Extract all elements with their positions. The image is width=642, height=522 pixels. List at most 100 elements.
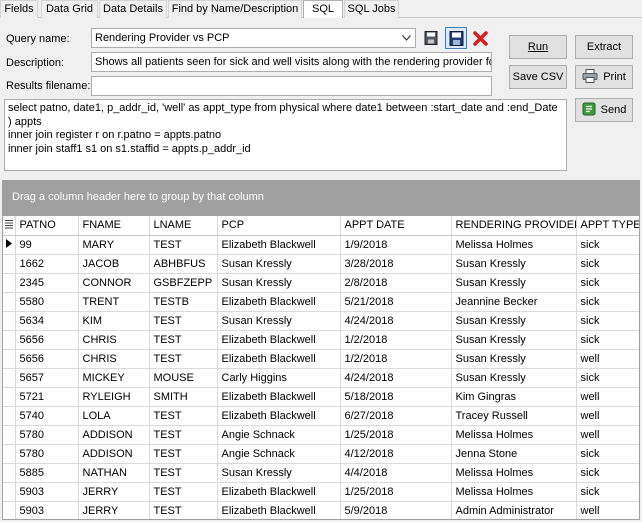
table-cell[interactable]: Kim Gingras (451, 387, 577, 407)
column-header-pcp[interactable]: PCP (217, 216, 341, 236)
table-cell[interactable]: MOUSE (149, 368, 218, 388)
save-as-icon[interactable] (445, 27, 467, 49)
table-cell[interactable]: Susan Kressly (451, 273, 577, 293)
row-selector[interactable] (3, 501, 16, 519)
table-cell[interactable]: SMITH (149, 387, 218, 407)
tab-sql[interactable]: SQL (303, 0, 343, 19)
table-cell[interactable]: 5885 (15, 463, 79, 483)
table-cell[interactable]: 5657 (15, 368, 79, 388)
table-row[interactable]: 5780 ADDISON TEST Angie Schnack 4/12/2018 Jen… (3, 444, 639, 464)
table-row[interactable]: 5580 TRENT TESTB Elizabeth Blackwell 5/21/20… (3, 292, 639, 312)
row-selector[interactable] (3, 330, 16, 350)
save-csv-button[interactable]: Save CSV (509, 65, 567, 89)
table-cell[interactable]: well (576, 406, 639, 426)
table-cell[interactable]: Susan Kressly (451, 330, 577, 350)
table-cell[interactable]: Susan Kressly (217, 463, 341, 483)
row-selector[interactable] (3, 273, 16, 293)
table-cell[interactable]: 4/24/2018 (340, 368, 452, 388)
table-cell[interactable]: 1/25/2018 (340, 425, 452, 445)
save-icon[interactable] (421, 28, 441, 48)
table-cell[interactable]: 4/4/2018 (340, 463, 452, 483)
table-cell[interactable]: GSBFZEPP (149, 273, 218, 293)
table-cell[interactable]: 5903 (15, 482, 79, 502)
table-cell[interactable]: 1/2/2018 (340, 330, 452, 350)
table-cell[interactable]: ADDISON (78, 425, 150, 445)
row-selector[interactable] (3, 254, 16, 274)
table-cell[interactable]: TRENT (78, 292, 150, 312)
table-cell[interactable]: TEST (149, 482, 218, 502)
table-cell[interactable]: TEST (149, 406, 218, 426)
table-row[interactable]: 5903 JERRY TEST Elizabeth Blackwell 1/25/201… (3, 482, 639, 502)
table-cell[interactable]: 5656 (15, 349, 79, 369)
table-cell[interactable]: TEST (149, 463, 218, 483)
tab-data-grid[interactable]: Data Grid (41, 0, 98, 18)
results-grid[interactable]: PATNO FNAME LNAME PCP APPT DATE RENDERIN… (2, 215, 640, 520)
table-cell[interactable]: Elizabeth Blackwell (217, 330, 341, 350)
table-cell[interactable]: sick (576, 273, 639, 293)
tab-sql-jobs[interactable]: SQL Jobs (344, 0, 399, 18)
row-selector[interactable] (3, 425, 16, 445)
table-row[interactable]: 2345 CONNOR GSBFZEPP Susan Kressly 2/8/2018 S… (3, 273, 639, 293)
table-cell[interactable]: 1/9/2018 (340, 235, 452, 255)
table-cell[interactable]: Carly Higgins (217, 368, 341, 388)
table-cell[interactable]: sick (576, 235, 639, 255)
column-header-appt-type[interactable]: APPT TYPE (576, 216, 639, 236)
table-cell[interactable]: Melissa Holmes (451, 425, 577, 445)
table-cell[interactable]: 2345 (15, 273, 79, 293)
table-cell[interactable]: CHRIS (78, 349, 150, 369)
column-header-patno[interactable]: PATNO (15, 216, 79, 236)
table-cell[interactable]: ADDISON (78, 444, 150, 464)
table-cell[interactable]: JERRY (78, 482, 150, 502)
table-cell[interactable]: 5780 (15, 444, 79, 464)
group-by-panel[interactable]: Drag a column header here to group by th… (2, 180, 640, 215)
table-row[interactable]: 5656 CHRIS TEST Elizabeth Blackwell 1/2/2018… (3, 330, 639, 350)
table-row[interactable]: 5885 NATHAN TEST Susan Kressly 4/4/2018 Melis… (3, 463, 639, 483)
table-cell[interactable]: Susan Kressly (217, 311, 341, 331)
table-cell[interactable]: TEST (149, 444, 218, 464)
table-cell[interactable]: 4/12/2018 (340, 444, 452, 464)
table-cell[interactable]: Susan Kressly (451, 311, 577, 331)
query-name-combo[interactable]: Rendering Provider vs PCP (91, 28, 416, 48)
table-cell[interactable]: Admin Administrator (451, 501, 577, 519)
table-cell[interactable]: sick (576, 444, 639, 464)
table-cell[interactable]: well (576, 425, 639, 445)
table-cell[interactable]: MICKEY (78, 368, 150, 388)
column-header-appt-date[interactable]: APPT DATE (340, 216, 452, 236)
table-cell[interactable]: sick (576, 254, 639, 274)
table-cell[interactable]: 5740 (15, 406, 79, 426)
tab-fields[interactable]: Fields (0, 0, 38, 18)
table-cell[interactable]: RYLEIGH (78, 387, 150, 407)
table-cell[interactable]: 1/2/2018 (340, 349, 452, 369)
table-row[interactable]: 5740 LOLA TEST Elizabeth Blackwell 6/27/2018… (3, 406, 639, 426)
table-cell[interactable]: Susan Kressly (217, 273, 341, 293)
tab-data-details[interactable]: Data Details (99, 0, 167, 18)
table-cell[interactable]: 6/27/2018 (340, 406, 452, 426)
table-cell[interactable]: CHRIS (78, 330, 150, 350)
table-row[interactable]: 5721 RYLEIGH SMITH Elizabeth Blackwell 5/18/… (3, 387, 639, 407)
table-cell[interactable]: Susan Kressly (451, 368, 577, 388)
table-cell[interactable]: Angie Schnack (217, 444, 341, 464)
table-cell[interactable]: sick (576, 311, 639, 331)
table-cell[interactable]: 5/21/2018 (340, 292, 452, 312)
table-cell[interactable]: TEST (149, 311, 218, 331)
table-cell[interactable]: 4/24/2018 (340, 311, 452, 331)
table-cell[interactable]: TEST (149, 330, 218, 350)
table-cell[interactable]: TEST (149, 501, 218, 519)
row-selector[interactable] (3, 463, 16, 483)
table-cell[interactable]: Elizabeth Blackwell (217, 387, 341, 407)
table-cell[interactable]: TESTB (149, 292, 218, 312)
table-cell[interactable]: sick (576, 368, 639, 388)
table-cell[interactable]: sick (576, 463, 639, 483)
table-cell[interactable]: 99 (15, 235, 79, 255)
column-header-lname[interactable]: LNAME (149, 216, 218, 236)
table-cell[interactable]: Jenna Stone (451, 444, 577, 464)
table-cell[interactable]: sick (576, 482, 639, 502)
delete-icon[interactable] (470, 28, 490, 48)
table-cell[interactable]: ABHBFUS (149, 254, 218, 274)
table-cell[interactable]: TEST (149, 349, 218, 369)
table-cell[interactable]: 3/28/2018 (340, 254, 452, 274)
table-cell[interactable]: well (576, 387, 639, 407)
row-selector[interactable] (3, 292, 16, 312)
table-cell[interactable]: 5634 (15, 311, 79, 331)
table-cell[interactable]: MARY (78, 235, 150, 255)
